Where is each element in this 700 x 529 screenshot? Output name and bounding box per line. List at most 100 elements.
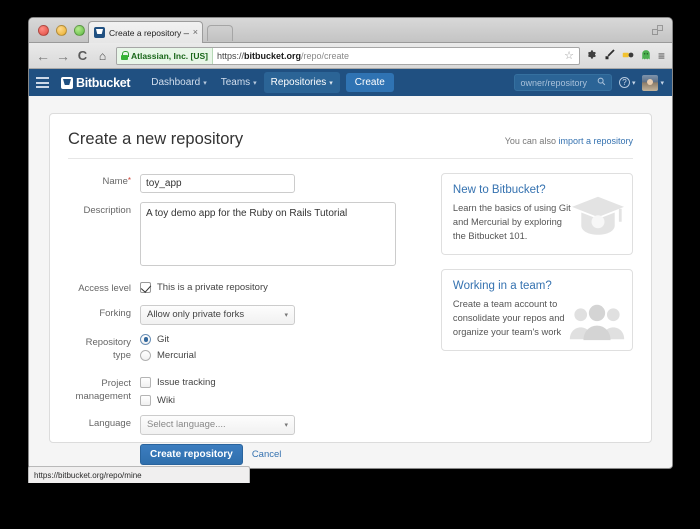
page-viewport: Bitbucket Dashboard ▾ Teams ▾ Repositories…: [29, 69, 672, 467]
bitbucket-logo[interactable]: Bitbucket: [61, 76, 131, 90]
repository-form: Name* Description: [68, 173, 427, 467]
radio-git[interactable]: [140, 333, 151, 345]
forward-icon[interactable]: →: [56, 49, 70, 63]
nav-item-repositories-label: Repositories: [270, 77, 327, 88]
working-in-a-team-title: Working in a team?: [452, 279, 552, 292]
repository-type-label: Repository type: [85, 336, 131, 361]
form-row-repository-type: Repository type Git Mercurial: [68, 333, 427, 366]
avatar: [642, 74, 659, 91]
help-sidebar: New to Bitbucket? Learn the basics of us…: [440, 173, 633, 467]
new-to-bitbucket-box: New to Bitbucket? Learn the basics of us…: [440, 173, 633, 255]
browser-tab[interactable]: Create a repository — Bitb ×: [88, 21, 203, 43]
forking-label: Forking: [99, 307, 131, 319]
cancel-link[interactable]: Cancel: [252, 449, 282, 460]
people-group-icon: [568, 303, 626, 346]
language-label: Language: [88, 417, 131, 429]
pencil-icon[interactable]: [604, 48, 616, 63]
gear-icon[interactable]: [587, 49, 598, 62]
private-repository-checkbox[interactable]: [140, 282, 151, 293]
language-select-value: Select language....: [147, 419, 226, 431]
url-path: /repo/create: [301, 50, 350, 61]
form-row-description: Description: [68, 202, 427, 271]
chevron-down-icon: ▾: [631, 79, 636, 87]
back-icon[interactable]: ←: [36, 49, 50, 63]
notification-badge-icon[interactable]: [622, 49, 634, 63]
card-body: Name* Description: [68, 159, 633, 467]
create-button[interactable]: Create: [345, 73, 394, 92]
issue-tracking-label: Issue tracking: [157, 376, 216, 388]
radio-mercurial[interactable]: [140, 349, 151, 361]
wiki-checkbox[interactable]: [140, 394, 151, 406]
browser-window: Create a repository — Bitb × ← → C ⌂ Atl…: [28, 17, 673, 469]
bitbucket-favicon-icon: [94, 27, 105, 38]
working-in-a-team-text: Create a team account to consolidate you…: [452, 298, 565, 337]
wiki-label: Wiki: [157, 394, 175, 406]
ghost-icon[interactable]: [640, 49, 652, 63]
forking-select[interactable]: Allow only private forks ▾: [140, 304, 295, 325]
browser-extension-icons: ≡: [587, 48, 665, 63]
name-label-text: Name: [102, 176, 128, 187]
home-icon[interactable]: ⌂: [96, 50, 109, 62]
window-controls[interactable]: [38, 25, 85, 36]
working-in-a-team-box: Working in a team? Create a team account…: [440, 268, 633, 351]
issue-tracking-checkbox[interactable]: [140, 376, 151, 388]
search-icon[interactable]: [597, 77, 606, 88]
user-avatar-menu[interactable]: ▾: [642, 74, 664, 91]
browser-menu-icon[interactable]: ≡: [658, 50, 665, 62]
tab-close-icon[interactable]: ×: [193, 28, 198, 37]
close-window-button[interactable]: [38, 25, 49, 36]
browser-titlebar: Create a repository — Bitb ×: [29, 18, 672, 43]
chevron-down-icon: ▾: [660, 79, 664, 87]
zoom-window-button[interactable]: [74, 25, 85, 36]
new-to-bitbucket-text: Learn the basics of using Git and Mercur…: [452, 203, 571, 241]
radio-git-label: Git: [157, 333, 170, 345]
page-title: Create a new repository: [68, 130, 244, 148]
repository-type-option-git[interactable]: Git: [140, 333, 427, 345]
graduation-cap-icon: [570, 193, 626, 250]
nav-item-repositories[interactable]: Repositories ▾: [263, 72, 340, 93]
bookmark-star-icon[interactable]: ☆: [564, 49, 576, 62]
address-bar[interactable]: Atlassian, Inc. [US] https://bitbucket.o…: [116, 46, 580, 65]
tab-title: Create a repository — Bitb: [109, 27, 189, 38]
create-repository-button[interactable]: Create repository: [140, 443, 243, 465]
wiki-checkbox-row[interactable]: Wiki: [140, 393, 427, 406]
project-management-label-line2: management: [75, 390, 131, 402]
form-row-actions: Create repository Cancel: [68, 443, 427, 465]
nav-item-teams[interactable]: Teams ▾: [214, 72, 264, 93]
actions-spacer: [68, 444, 140, 447]
lock-icon: [121, 51, 129, 60]
create-repository-card: Create a new repository You can also imp…: [49, 113, 652, 465]
issue-tracking-checkbox-row[interactable]: Issue tracking: [140, 375, 427, 388]
menu-hamburger-icon[interactable]: [36, 77, 49, 88]
import-repository-link[interactable]: import a repository: [558, 136, 633, 146]
new-tab-button[interactable]: [207, 25, 233, 41]
bitbucket-logo-icon: [61, 76, 73, 89]
chevron-down-icon: ▾: [329, 80, 333, 87]
required-asterisk: *: [127, 176, 131, 185]
description-label: Description: [83, 205, 131, 216]
site-identity-badge[interactable]: Atlassian, Inc. [US]: [117, 47, 213, 64]
browser-toolbar: ← → C ⌂ Atlassian, Inc. [US] https://bit…: [29, 43, 672, 69]
search-input[interactable]: owner/repository: [514, 74, 612, 91]
help-icon: ?: [618, 77, 630, 88]
navbar-right-section: owner/repository ? ▾ ▾: [514, 74, 664, 91]
project-management-label: Project management: [68, 375, 140, 404]
help-menu[interactable]: ? ▾: [618, 77, 636, 88]
chevron-down-icon: ▾: [284, 421, 288, 429]
minimize-window-button[interactable]: [56, 25, 67, 36]
private-repository-checkbox-row[interactable]: This is a private repository: [140, 280, 427, 293]
language-select[interactable]: Select language.... ▾: [140, 414, 295, 435]
name-label: Name*: [68, 173, 140, 189]
chevron-down-icon: ▾: [203, 80, 207, 87]
chevron-down-icon: ▾: [253, 80, 257, 87]
private-repository-label: This is a private repository: [157, 282, 268, 293]
nav-item-dashboard[interactable]: Dashboard ▾: [144, 72, 213, 93]
card-header: Create a new repository You can also imp…: [68, 130, 633, 159]
description-textarea[interactable]: [140, 202, 396, 266]
browser-status-bar: https://bitbucket.org/repo/mine: [28, 466, 250, 483]
reload-icon[interactable]: C: [76, 49, 89, 62]
fullscreen-icon[interactable]: [652, 25, 664, 37]
repository-type-option-mercurial[interactable]: Mercurial: [140, 349, 427, 361]
name-input[interactable]: [140, 174, 295, 193]
site-identity-label: Atlassian, Inc. [US]: [131, 50, 208, 61]
